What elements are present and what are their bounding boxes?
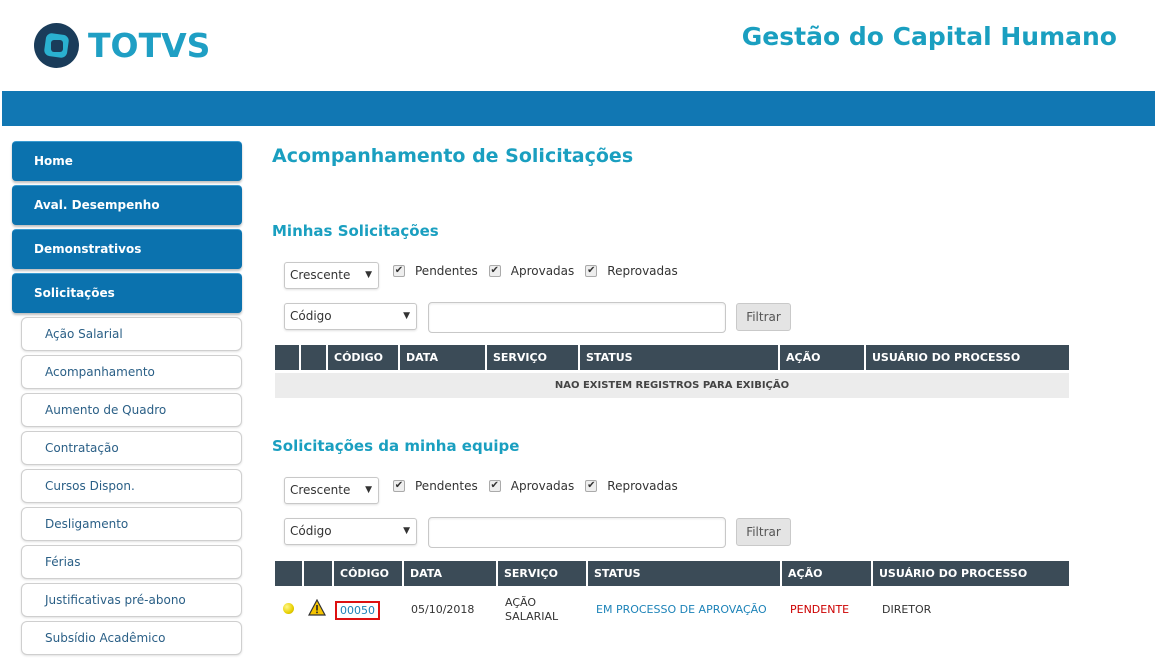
request-action: PENDENTE: [790, 603, 850, 616]
sidebar-item-solicitacoes[interactable]: Solicitações: [12, 273, 242, 313]
totvs-logo-icon: [34, 23, 79, 68]
submenu-item-subsidio-academico[interactable]: Subsídio Acadêmico: [21, 621, 242, 655]
my-search-input[interactable]: [428, 302, 726, 333]
rejected-checkbox[interactable]: ✔: [585, 265, 598, 277]
submenu-item-justificativas[interactable]: Justificativas pré-abono: [21, 583, 242, 617]
table-header-blank: [301, 345, 326, 370]
rejected-label: Reprovadas: [607, 264, 678, 278]
approved-checkbox[interactable]: ✔: [488, 265, 501, 277]
column-header-data[interactable]: DATA: [404, 561, 496, 586]
page-title: Acompanhamento de Solicitações: [272, 145, 634, 167]
table-header-blank: [275, 561, 302, 586]
my-order-select[interactable]: Crescente ▼: [284, 262, 379, 289]
table-header-blank: [275, 345, 299, 370]
submenu-item-cursos-dispon[interactable]: Cursos Dispon.: [21, 469, 242, 503]
approved-label: Aprovadas: [510, 264, 575, 278]
request-user: DIRETOR: [882, 603, 932, 616]
column-header-servico[interactable]: SERVIÇO: [487, 345, 578, 370]
column-header-acao[interactable]: AÇÃO: [782, 561, 871, 586]
approved-label: Aprovadas: [510, 479, 575, 493]
submenu-item-acao-salarial[interactable]: Ação Salarial: [21, 317, 242, 351]
totvs-logo[interactable]: TOTVS: [34, 23, 210, 68]
column-header-acao[interactable]: AÇÃO: [780, 345, 864, 370]
sidebar-item-demonstrativos[interactable]: Demonstrativos: [12, 229, 242, 269]
request-service-line1: AÇÃO: [505, 596, 537, 609]
team-status-filters: ✔ Pendentes ✔ Aprovadas ✔ Reprovadas: [393, 479, 689, 493]
request-status-link[interactable]: EM PROCESSO DE APROVAÇÃO: [596, 603, 767, 616]
submenu-item-aumento-de-quadro[interactable]: Aumento de Quadro: [21, 393, 242, 427]
team-order-select[interactable]: Crescente ▼: [284, 477, 379, 504]
request-service: AÇÃO SALARIAL: [505, 596, 558, 624]
my-status-filters: ✔ Pendentes ✔ Aprovadas ✔ Reprovadas: [393, 264, 689, 278]
logo-text: TOTVS: [88, 26, 211, 65]
chevron-down-icon: ▼: [403, 526, 410, 536]
sidebar-submenu: Ação Salarial Acompanhamento Aumento de …: [12, 317, 242, 655]
chevron-down-icon: ▼: [403, 311, 410, 321]
column-header-status[interactable]: STATUS: [580, 345, 778, 370]
my-requests-table: CÓDIGO DATA SERVIÇO STATUS AÇÃO USUÁRIO …: [275, 345, 1069, 398]
chevron-down-icon: ▼: [365, 270, 372, 280]
my-field-value: Código: [290, 309, 332, 323]
column-header-codigo[interactable]: CÓDIGO: [334, 561, 402, 586]
my-order-value: Crescente: [290, 268, 351, 282]
chevron-down-icon: ▼: [365, 485, 372, 495]
column-header-status[interactable]: STATUS: [588, 561, 780, 586]
submenu-item-desligamento[interactable]: Desligamento: [21, 507, 242, 541]
submenu-item-acompanhamento[interactable]: Acompanhamento: [21, 355, 242, 389]
rejected-label: Reprovadas: [607, 479, 678, 493]
sidebar: Home Aval. Desempenho Demonstrativos Sol…: [12, 141, 242, 659]
header: TOTVS Gestão do Capital Humano: [0, 0, 1155, 90]
pending-checkbox[interactable]: ✔: [393, 265, 405, 277]
column-header-usuario[interactable]: USUÁRIO DO PROCESSO: [873, 561, 1069, 586]
approved-checkbox[interactable]: ✔: [488, 480, 501, 492]
team-search-input[interactable]: [428, 517, 726, 548]
yellow-dot-icon: [283, 603, 294, 614]
column-header-usuario[interactable]: USUÁRIO DO PROCESSO: [866, 345, 1069, 370]
request-date: 05/10/2018: [411, 603, 475, 616]
my-requests-title: Minhas Solicitações: [272, 222, 439, 240]
top-bar: [2, 91, 1155, 126]
column-header-data[interactable]: DATA: [400, 345, 485, 370]
submenu-item-contratacao[interactable]: Contratação: [21, 431, 242, 465]
team-field-value: Código: [290, 524, 332, 538]
table-header-blank: [304, 561, 332, 586]
team-order-value: Crescente: [290, 483, 351, 497]
team-requests-table: CÓDIGO DATA SERVIÇO STATUS AÇÃO USUÁRIO …: [275, 561, 1069, 631]
pending-label: Pendentes: [415, 264, 478, 278]
pending-label: Pendentes: [415, 479, 478, 493]
team-field-select[interactable]: Código ▼: [284, 518, 417, 545]
request-service-line2: SALARIAL: [505, 610, 559, 623]
submenu-item-ferias[interactable]: Férias: [21, 545, 242, 579]
app-title: Gestão do Capital Humano: [741, 22, 1117, 51]
team-filter-button[interactable]: Filtrar: [736, 518, 791, 546]
column-header-codigo[interactable]: CÓDIGO: [328, 345, 398, 370]
my-filter-button[interactable]: Filtrar: [736, 303, 791, 331]
team-requests-title: Solicitações da minha equipe: [272, 437, 520, 455]
request-code-link[interactable]: 00050: [335, 601, 380, 620]
sidebar-item-home[interactable]: Home: [12, 141, 242, 181]
rejected-checkbox[interactable]: ✔: [585, 480, 598, 492]
column-header-servico[interactable]: SERVIÇO: [498, 561, 586, 586]
pending-checkbox[interactable]: ✔: [393, 480, 405, 492]
warning-icon: [308, 599, 326, 616]
my-field-select[interactable]: Código ▼: [284, 303, 417, 330]
empty-message: NAO EXISTEM REGISTROS PARA EXIBIÇÃO: [275, 373, 1069, 398]
sidebar-item-aval-desempenho[interactable]: Aval. Desempenho: [12, 185, 242, 225]
